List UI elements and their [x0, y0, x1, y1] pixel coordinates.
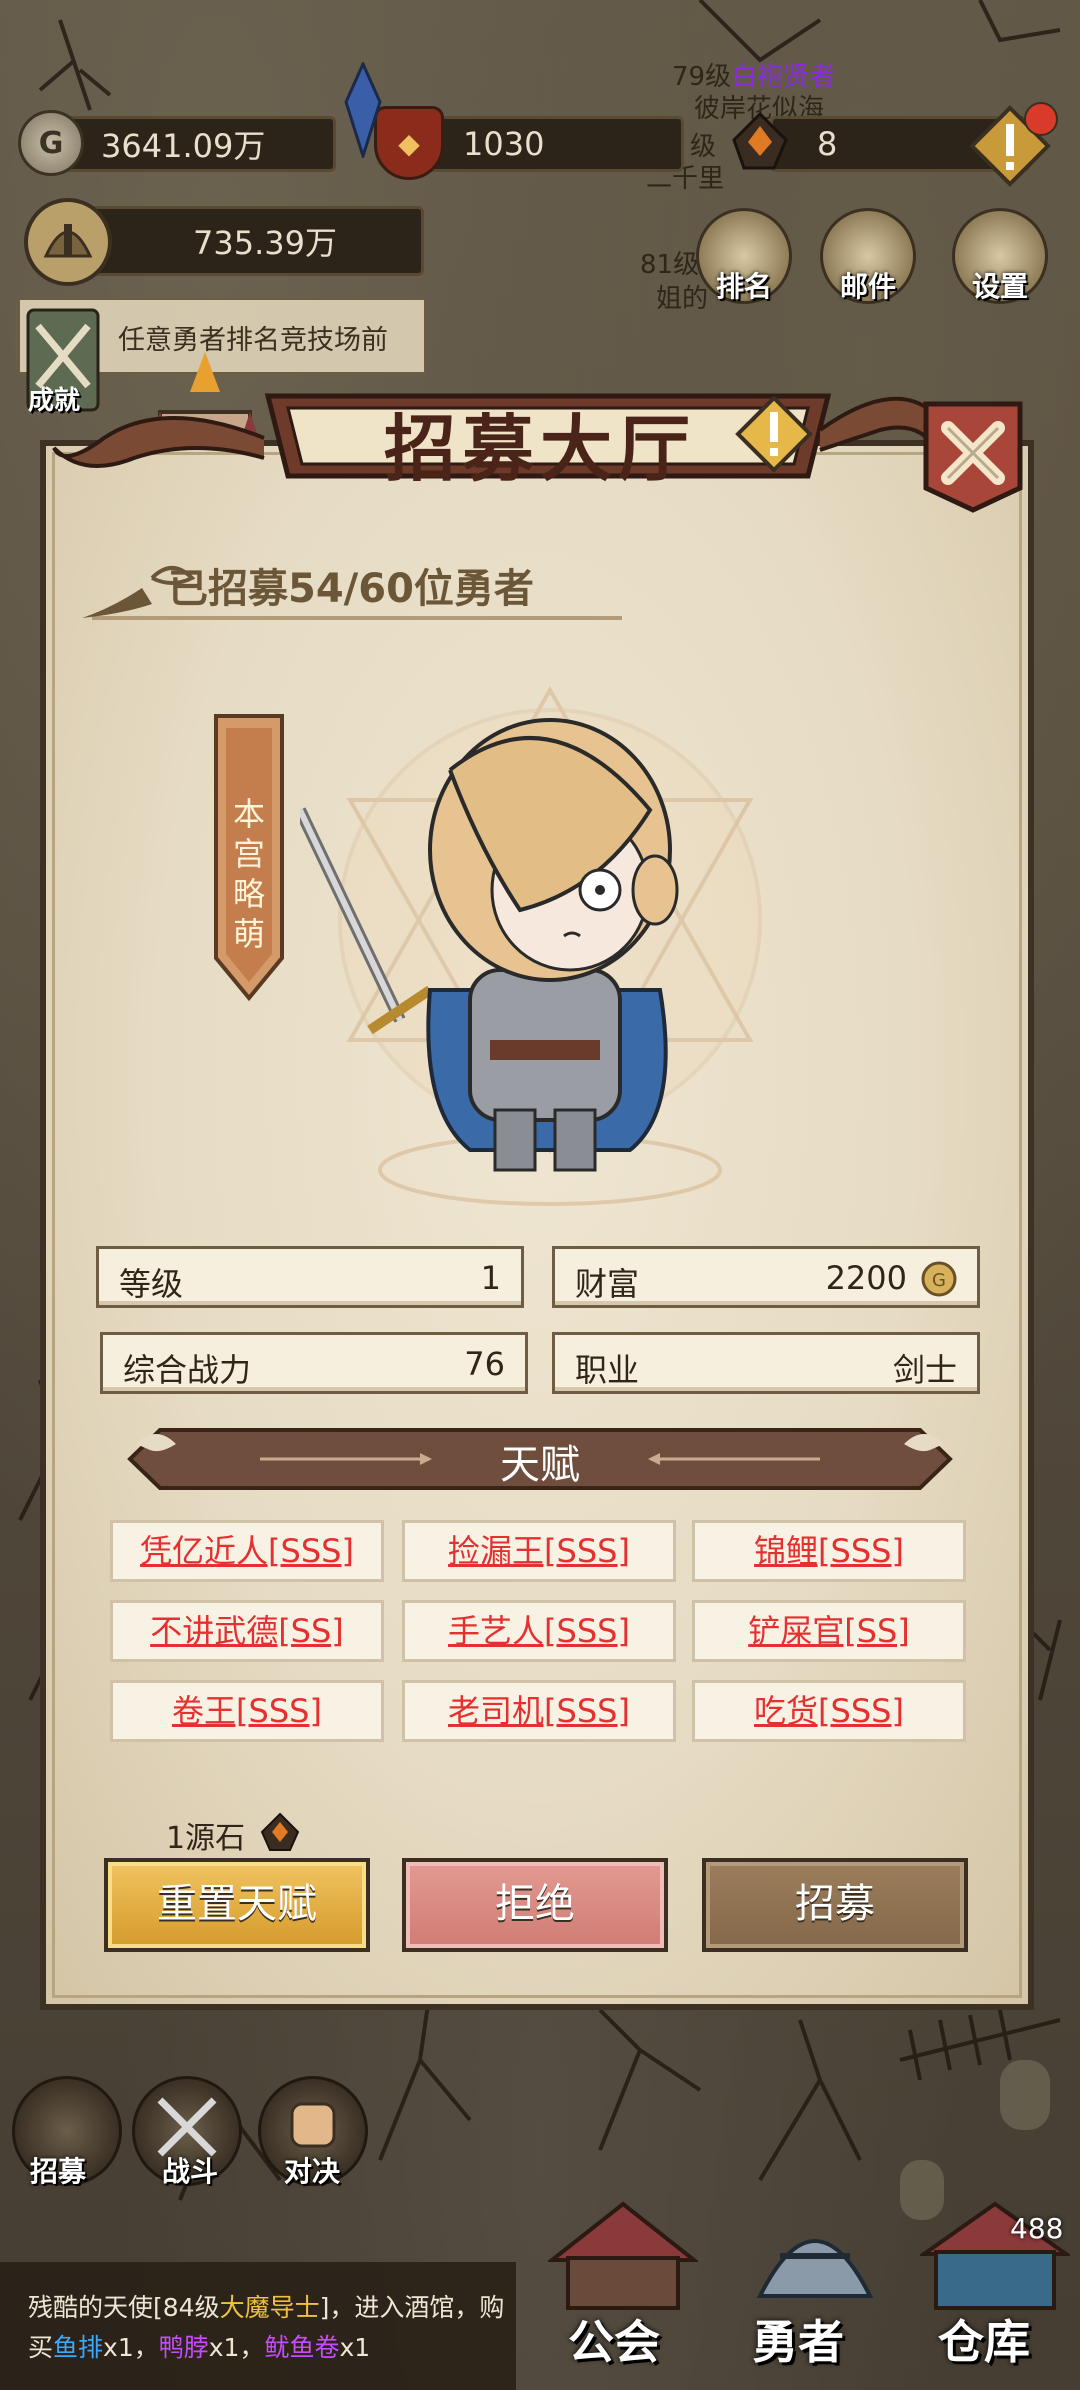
guild-nav-icon — [548, 2201, 698, 2310]
reject-button[interactable]: 拒绝 — [402, 1858, 668, 1952]
mail-label: 邮件 — [839, 270, 896, 303]
recruit-nav-label: 招募 — [30, 2155, 87, 2188]
source-stone-icon — [732, 111, 788, 170]
source-stone-icon — [260, 1812, 300, 1851]
gold-amount: 3641.09万 — [101, 127, 266, 165]
talent-item[interactable]: 不讲武德[SS] — [110, 1600, 384, 1662]
talent-item[interactable]: 铲屎官[SS] — [692, 1600, 966, 1662]
talent-item[interactable]: 卷王[SSS] — [110, 1680, 384, 1742]
chat-class: 大魔导士 — [219, 2293, 320, 2322]
level-label: 等级 — [119, 1265, 184, 1303]
help-exclamation-icon[interactable] — [734, 394, 814, 474]
reset-talent-button[interactable]: 重置天赋 — [104, 1858, 370, 1952]
talent-item[interactable]: 捡漏王[SSS] — [402, 1520, 676, 1582]
bg-level-text-2: 81级 — [640, 250, 700, 280]
helmet-power-icon — [24, 198, 112, 286]
hero-portrait — [300, 685, 762, 1206]
power-value: 76 — [464, 1345, 505, 1383]
close-button[interactable] — [918, 398, 1028, 516]
chat-prefix: 残酷的天使[84级 — [28, 2293, 220, 2322]
power-resource-bar: 735.39万 — [74, 206, 424, 276]
recruit-button[interactable]: 招募 — [702, 1858, 968, 1952]
warehouse-nav-label[interactable]: 仓库 — [938, 2306, 1030, 2372]
stat-level: 等级 1 — [96, 1246, 524, 1308]
chat-item-duck: 鸭脖 — [158, 2333, 209, 2362]
battle-nav-label: 战斗 — [162, 2155, 219, 2188]
stat-power: 综合战力 76 — [100, 1332, 528, 1394]
guild-nav-label[interactable]: 公会 — [568, 2306, 660, 2372]
crystal-icon — [344, 62, 382, 158]
shield-amount: 1030 — [463, 125, 545, 163]
chat-qty: x1 — [339, 2333, 371, 2362]
talent-item[interactable]: 锦鲤[SSS] — [692, 1520, 966, 1582]
chat-item-squid: 鱿鱼卷 — [264, 2333, 340, 2362]
hero-name-text: 本宫略萌 — [232, 795, 265, 953]
svg-text:G: G — [932, 1270, 946, 1291]
notification-dot — [1024, 102, 1058, 136]
dialog-title: 招募大厅 — [383, 406, 696, 491]
class-label: 职业 — [575, 1351, 640, 1389]
talent-heading: 天赋 — [500, 1442, 580, 1488]
settings-button[interactable]: 设置 — [952, 208, 1048, 304]
chat-message: 残酷的天使[84级大魔导士]，进入酒馆，购买鱼排x1，鸭脖x1，鱿鱼卷x1 — [28, 2288, 508, 2368]
mail-button[interactable]: 邮件 — [820, 208, 916, 304]
talent-item[interactable]: 吃货[SSS] — [692, 1680, 966, 1742]
hero-nav-label[interactable]: 勇者 — [752, 2306, 844, 2372]
power-amount: 735.39万 — [193, 224, 337, 262]
wealth-label: 财富 — [575, 1265, 640, 1303]
power-label: 综合战力 — [123, 1351, 252, 1389]
talent-item[interactable]: 老司机[SSS] — [402, 1680, 676, 1742]
chat-qty: x1， — [208, 2333, 265, 2362]
chat-qty: x1， — [103, 2333, 159, 2362]
class-value: 剑士 — [892, 1351, 957, 1389]
wealth-value: 2200 — [825, 1259, 907, 1297]
shield-resource-bar: 1030 — [414, 116, 684, 172]
rank-label: 排名 — [715, 270, 772, 303]
recruited-count-text: 已招募54/60位勇者 — [168, 566, 534, 612]
rank-button[interactable]: 排名 — [696, 208, 792, 304]
level-value: 1 — [480, 1259, 501, 1297]
stat-class: 职业 剑士 — [552, 1332, 980, 1394]
stat-wealth: 财富 2200 G — [552, 1246, 980, 1308]
bg-player-name-3: 姐的 — [656, 284, 709, 314]
reset-cost-text: 1源石 — [166, 1821, 246, 1856]
settings-label: 设置 — [971, 270, 1028, 303]
talent-item[interactable]: 手艺人[SSS] — [402, 1600, 676, 1662]
title-banner-scroll-left — [52, 416, 265, 468]
chat-item-fish: 鱼排 — [53, 2333, 104, 2362]
gold-coin-icon: G — [921, 1261, 957, 1297]
hero-helmet-nav-icon — [756, 2239, 874, 2298]
gold-coin-icon: G — [18, 110, 84, 176]
gold-resource-bar: 3641.09万 — [46, 116, 336, 172]
duel-nav-label: 对决 — [284, 2155, 341, 2188]
stone-amount: 8 — [817, 125, 838, 163]
online-counter: 488 — [1010, 2212, 1064, 2245]
talent-item[interactable]: 凭亿近人[SSS] — [110, 1520, 384, 1582]
